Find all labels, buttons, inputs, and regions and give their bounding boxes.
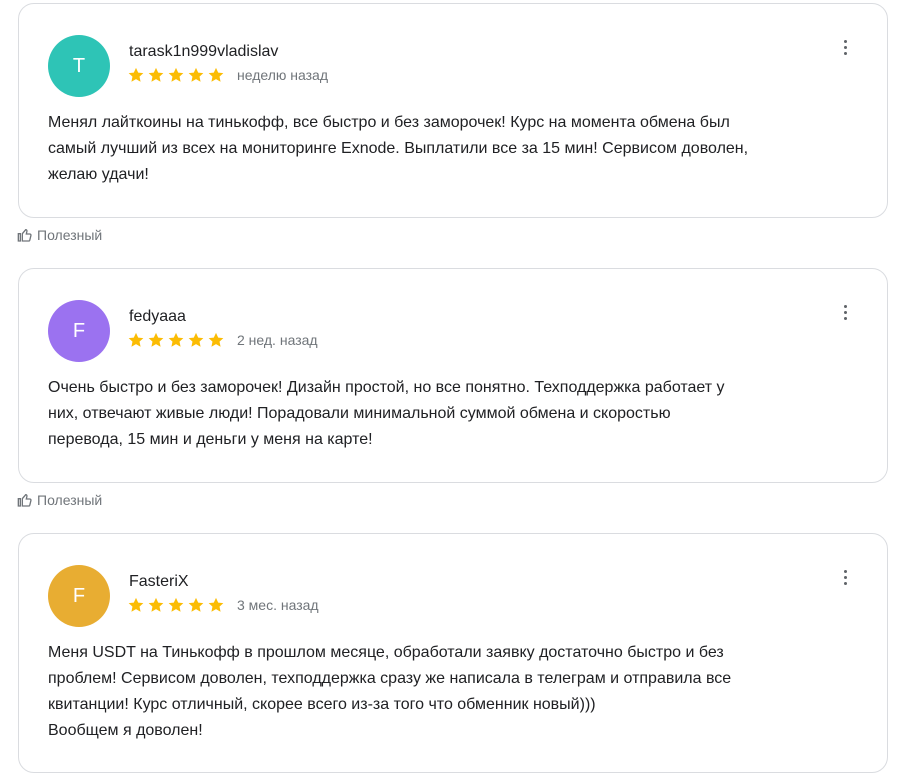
avatar-letter: F bbox=[72, 584, 86, 607]
star-rating bbox=[127, 331, 227, 349]
review-card: F fedyaaa 2 нед. назад Очень быстро и бе… bbox=[18, 268, 888, 483]
star-icon bbox=[208, 332, 224, 347]
star-icon bbox=[128, 597, 144, 612]
helpful-label: Полезный bbox=[37, 227, 103, 243]
avatar-letter: T bbox=[72, 54, 86, 77]
star-icon bbox=[188, 597, 204, 612]
star-icon bbox=[168, 67, 184, 82]
avatar-letter: F bbox=[72, 319, 86, 342]
more-vert-icon[interactable] bbox=[835, 565, 855, 589]
reviews-list: T tarask1n999vladislav неделю назад Меня… bbox=[0, 0, 897, 777]
star-icon bbox=[188, 67, 204, 82]
star-rating bbox=[127, 66, 227, 84]
review-date: 3 мес. назад bbox=[237, 597, 319, 613]
review-date: 2 нед. назад bbox=[237, 332, 318, 348]
rating-row: 2 нед. назад bbox=[127, 331, 318, 349]
review-author[interactable]: FasteriX bbox=[129, 573, 189, 591]
review-author[interactable]: tarask1n999vladislav bbox=[129, 43, 278, 61]
review-card: F FasteriX 3 мес. назад Меня USDT на Тин… bbox=[18, 533, 888, 773]
helpful-button[interactable]: Полезный bbox=[17, 227, 102, 243]
thumb-up-icon bbox=[17, 228, 32, 242]
star-icon bbox=[188, 332, 204, 347]
star-icon bbox=[208, 67, 224, 82]
more-vert-icon[interactable] bbox=[835, 35, 855, 59]
more-vert-icon[interactable] bbox=[835, 300, 855, 324]
review-card: T tarask1n999vladislav неделю назад Меня… bbox=[18, 3, 888, 218]
review-date: неделю назад bbox=[237, 67, 328, 83]
thumb-up-icon bbox=[17, 493, 32, 507]
rating-row: неделю назад bbox=[127, 66, 328, 84]
review-author[interactable]: fedyaaa bbox=[129, 308, 186, 326]
star-icon bbox=[168, 332, 184, 347]
avatar: T bbox=[48, 35, 110, 97]
helpful-label: Полезный bbox=[37, 492, 103, 508]
review-text: Меня USDT на Тинькофф в прошлом месяце, … bbox=[48, 644, 732, 739]
star-icon bbox=[208, 597, 224, 612]
star-icon bbox=[128, 332, 144, 347]
star-icon bbox=[168, 597, 184, 612]
star-icon bbox=[148, 597, 164, 612]
review-text: Очень быстро и без заморочек! Дизайн про… bbox=[48, 379, 725, 448]
star-rating bbox=[127, 596, 227, 614]
star-icon bbox=[128, 67, 144, 82]
avatar: F bbox=[48, 565, 110, 627]
helpful-button[interactable]: Полезный bbox=[17, 492, 102, 508]
avatar: F bbox=[48, 300, 110, 362]
star-icon bbox=[148, 67, 164, 82]
star-icon bbox=[148, 332, 164, 347]
review-text: Менял лайткоины на тинькофф, все быстро … bbox=[48, 114, 749, 183]
rating-row: 3 мес. назад bbox=[127, 596, 319, 614]
